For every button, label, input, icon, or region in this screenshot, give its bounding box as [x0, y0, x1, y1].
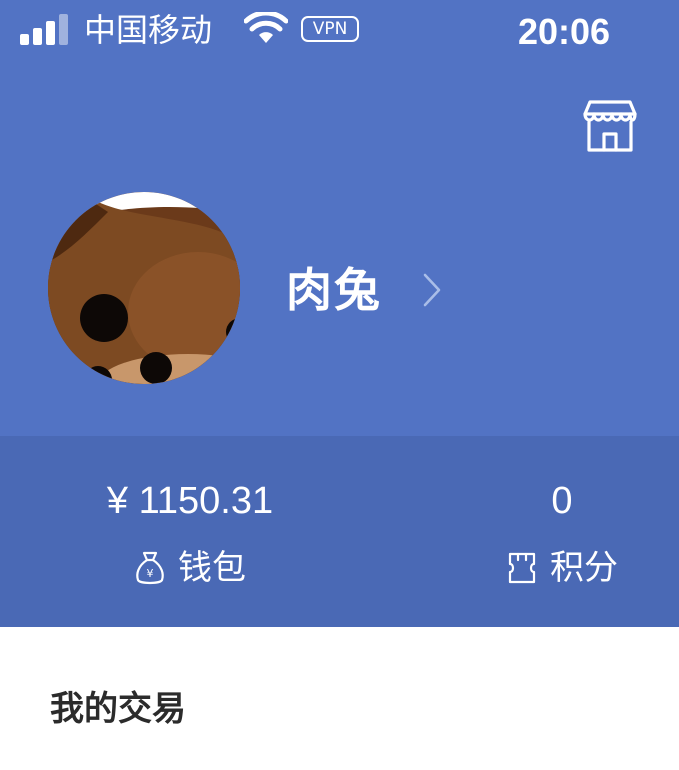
status-time: 20:06	[517, 11, 611, 52]
wifi-icon	[244, 12, 288, 43]
avatar[interactable]	[48, 192, 240, 384]
wallet-label: 钱包	[178, 548, 246, 588]
points-stat[interactable]: 0 积分	[440, 436, 679, 627]
wallet-stat[interactable]: ¥ 1150.31 ¥ 钱包	[0, 436, 380, 627]
wallet-balance: ¥ 1150.31	[106, 480, 274, 522]
points-value: 0	[551, 480, 573, 522]
status-bar: 中国移动 VPN 20:06	[0, 0, 679, 64]
points-label-row: 积分	[440, 546, 679, 590]
points-label: 积分	[550, 548, 618, 588]
ticket-icon	[508, 552, 536, 584]
wallet-label-row: ¥ 钱包	[0, 546, 380, 590]
signal-strength-icon	[20, 14, 68, 45]
money-bag-icon: ¥	[136, 551, 164, 585]
profile-header: 中国移动 VPN 20:06 肉兔	[0, 0, 679, 436]
stats-bar: ¥ 1150.31 ¥ 钱包 0 积分	[0, 436, 679, 627]
my-trades-title: 我的交易	[50, 689, 186, 729]
storefront-icon[interactable]	[580, 96, 640, 156]
vpn-badge: VPN	[301, 16, 359, 42]
bear-avatar-image	[48, 192, 240, 384]
carrier-name: 中国移动	[84, 11, 213, 49]
profile-screen: 中国移动 VPN 20:06 肉兔 ¥ 1150.31 ¥ 钱包 0 积分 我的…	[0, 0, 679, 770]
chevron-right-icon	[423, 273, 441, 307]
svg-text:¥: ¥	[147, 567, 154, 580]
profile-name-link[interactable]: 肉兔	[286, 258, 442, 322]
username: 肉兔	[286, 263, 382, 317]
